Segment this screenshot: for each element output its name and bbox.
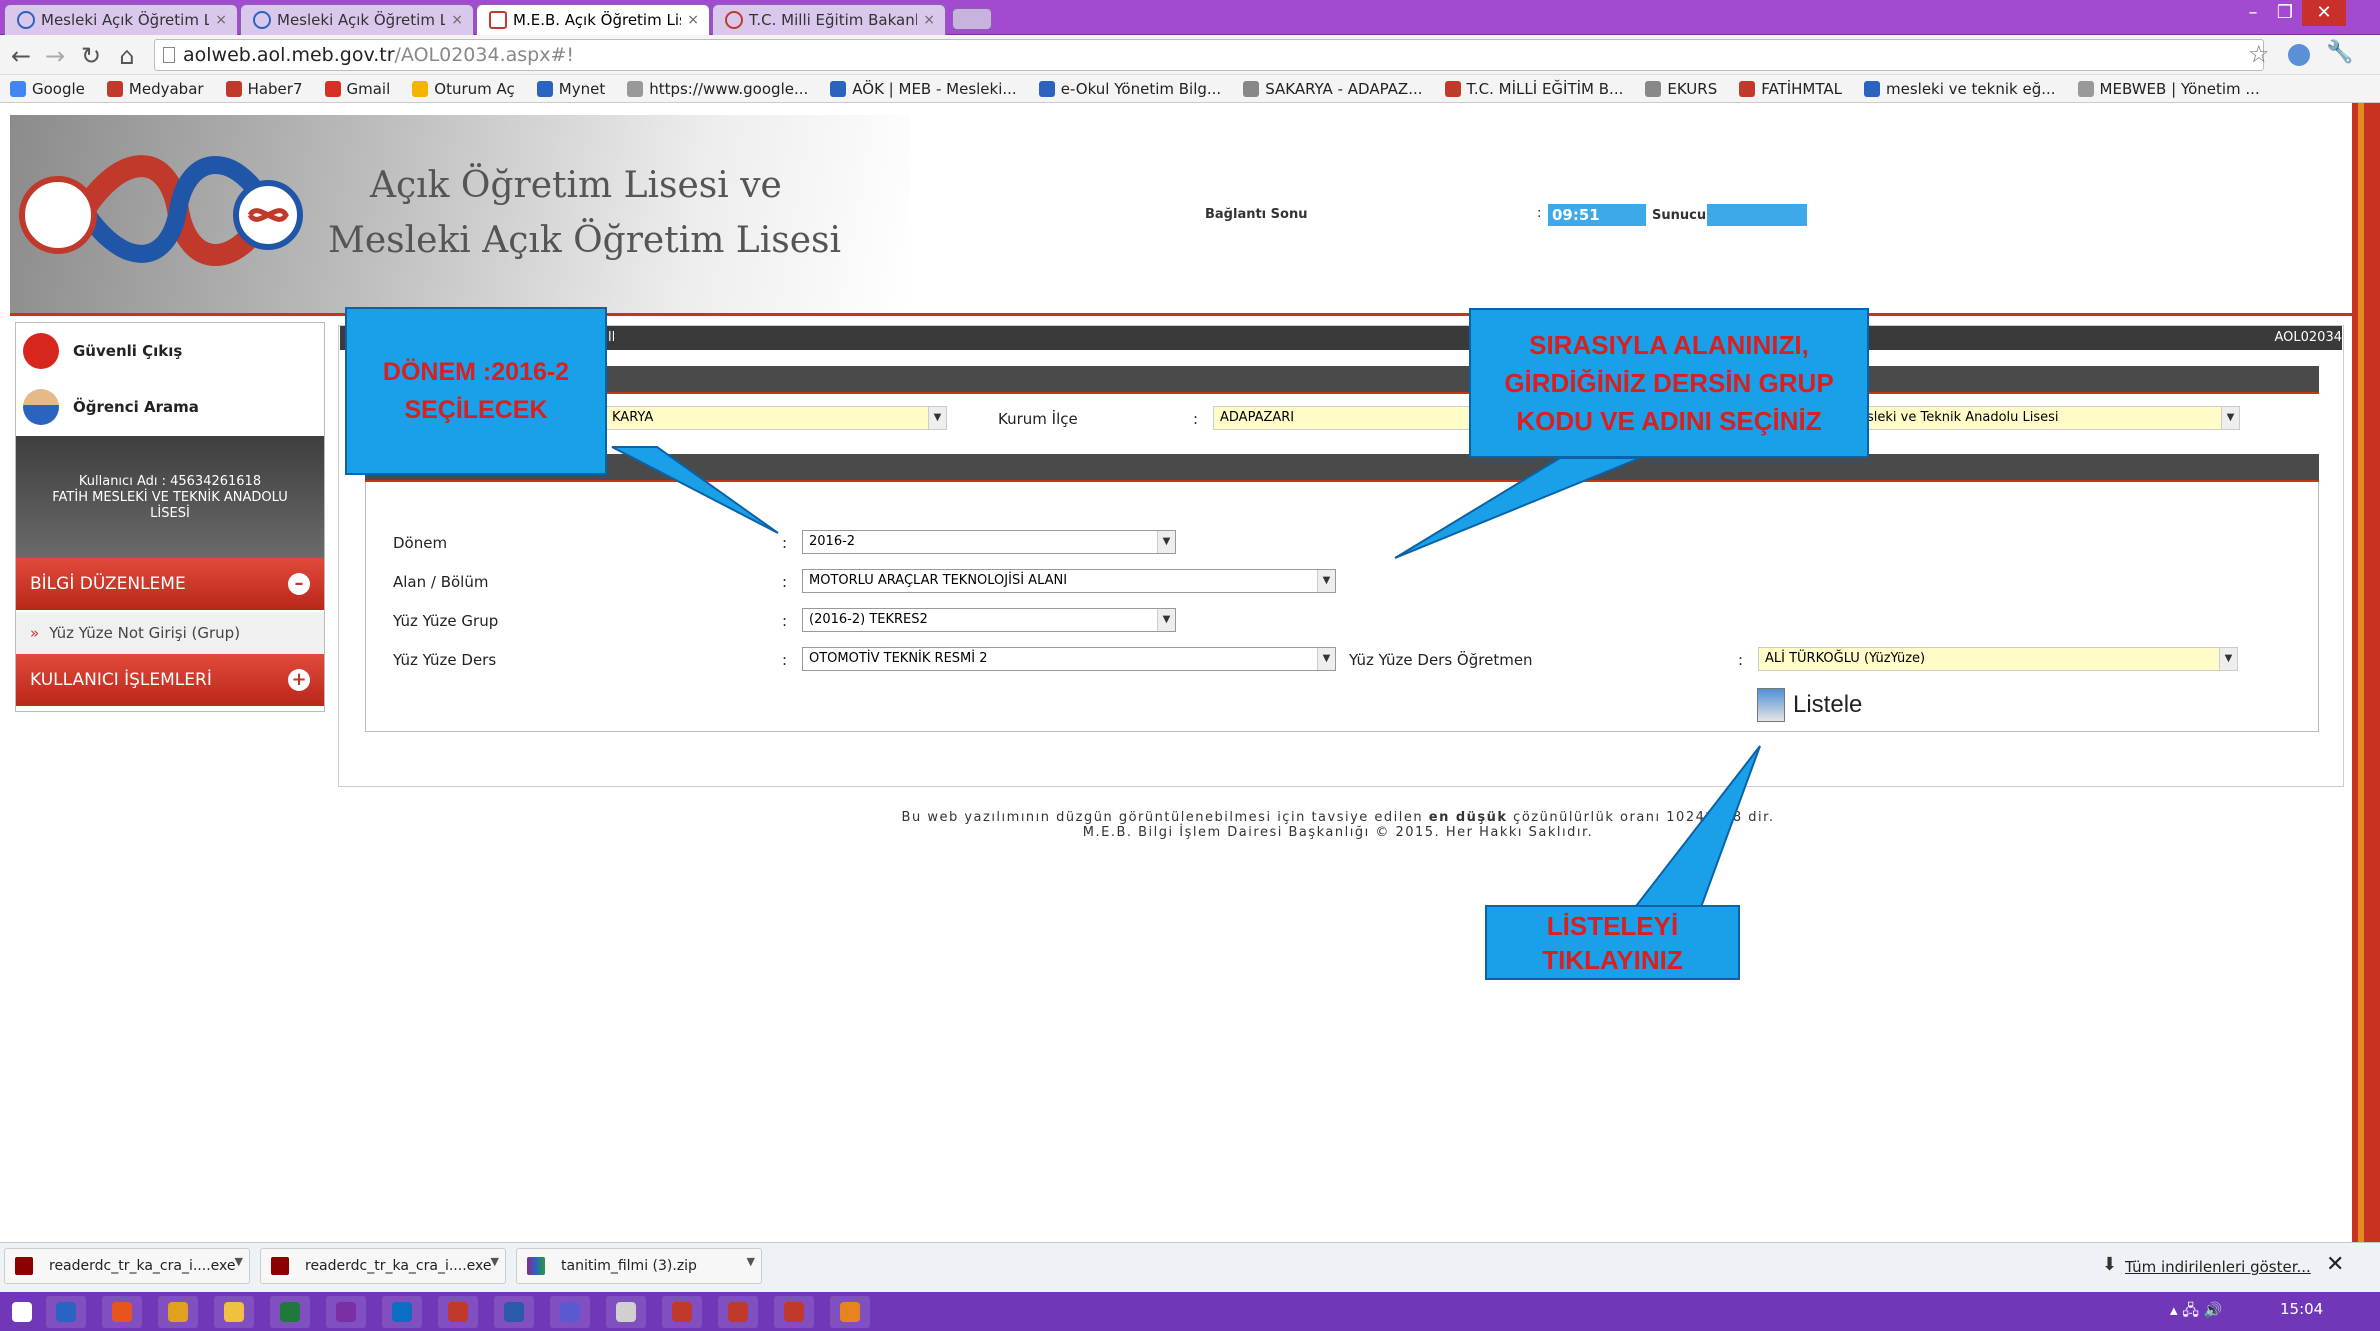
- pdf-file-icon: [15, 1257, 33, 1275]
- taskbar-clock: 15:04: [2280, 1300, 2324, 1318]
- callout-text: SEÇİLECEK: [404, 396, 548, 424]
- app-icon: [280, 1302, 300, 1322]
- app-icon: [560, 1302, 580, 1322]
- download-item[interactable]: readerdc_tr_ka_cra_i....exe ▼: [4, 1248, 250, 1284]
- app-icon: [616, 1302, 636, 1322]
- tray-icons[interactable]: ▴ 🖧 🔊: [2170, 1300, 2222, 1325]
- taskbar-app-icon[interactable]: [774, 1296, 814, 1328]
- callout-text: DÖNEM :2016-2: [382, 358, 570, 386]
- download-filename: tanitim_filmi (3).zip: [561, 1258, 697, 1274]
- app-icon: [168, 1302, 188, 1322]
- app-icon: [224, 1302, 244, 1322]
- taskbar-app-icon[interactable]: [158, 1296, 198, 1328]
- pdf-file-icon: [271, 1257, 289, 1275]
- app-icon: [784, 1302, 804, 1322]
- download-item[interactable]: readerdc_tr_ka_cra_i....exe ▼: [260, 1248, 506, 1284]
- download-filename: readerdc_tr_ka_cra_i....exe: [49, 1258, 236, 1274]
- close-downloads-icon[interactable]: ✕: [2326, 1252, 2344, 1277]
- app-icon: [728, 1302, 748, 1322]
- app-icon: [448, 1302, 468, 1322]
- app-icon: [504, 1302, 524, 1322]
- show-all-downloads-link[interactable]: Tüm indirilenleri göster...: [2125, 1258, 2311, 1276]
- app-icon: [672, 1302, 692, 1322]
- download-item[interactable]: tanitim_filmi (3).zip ▼: [516, 1248, 762, 1284]
- callout-donem: DÖNEM :2016-2 SEÇİLECEK: [345, 307, 607, 475]
- taskbar-app-icon[interactable]: [830, 1296, 870, 1328]
- callout-alan: SIRASIYLA ALANINIZI, GİRDİĞİNİZ DERSİN GR…: [1469, 308, 1869, 458]
- app-icon: [336, 1302, 356, 1322]
- taskbar-app-icon[interactable]: [438, 1296, 478, 1328]
- taskbar-app-icon[interactable]: [494, 1296, 534, 1328]
- taskbar-app-icon[interactable]: [214, 1296, 254, 1328]
- callout-text: TIKLAYINIZ: [1542, 944, 1683, 975]
- callout-text: SIRASIYLA ALANINIZI,: [1529, 330, 1809, 360]
- app-icon: [840, 1302, 860, 1322]
- taskbar-app-icon[interactable]: [270, 1296, 310, 1328]
- download-arrow-icon: ⬇: [2102, 1254, 2118, 1275]
- download-filename: readerdc_tr_ka_cra_i....exe: [305, 1258, 492, 1274]
- taskbar-app-icon[interactable]: [382, 1296, 422, 1328]
- taskbar-app-icon[interactable]: [718, 1296, 758, 1328]
- callout-text: KODU VE ADINI SEÇİNİZ: [1516, 406, 1822, 436]
- callout-text: GİRDİĞİNİZ DERSİN GRUP: [1504, 368, 1834, 398]
- taskbar-app-icon[interactable]: [662, 1296, 702, 1328]
- chevron-down-icon[interactable]: ▼: [491, 1255, 499, 1268]
- app-icon: [112, 1302, 132, 1322]
- callout-arrows: [611, 446, 1761, 911]
- zip-file-icon: [527, 1257, 545, 1275]
- chevron-down-icon[interactable]: ▼: [747, 1255, 755, 1268]
- taskbar-app-icon[interactable]: [606, 1296, 646, 1328]
- taskbar-app-icon[interactable]: [102, 1296, 142, 1328]
- callout-text: LİSTELEYİ: [1546, 910, 1679, 941]
- callout-listele: LİSTELEYİ TIKLAYINIZ: [1485, 905, 1740, 980]
- taskbar-app-icon[interactable]: [46, 1296, 86, 1328]
- app-icon: [56, 1302, 76, 1322]
- taskbar-app-icon[interactable]: [550, 1296, 590, 1328]
- windows-icon: [12, 1302, 32, 1322]
- chevron-down-icon[interactable]: ▼: [235, 1255, 243, 1268]
- app-icon: [392, 1302, 412, 1322]
- taskbar-app-icon[interactable]: [326, 1296, 366, 1328]
- start-button[interactable]: [8, 1296, 36, 1328]
